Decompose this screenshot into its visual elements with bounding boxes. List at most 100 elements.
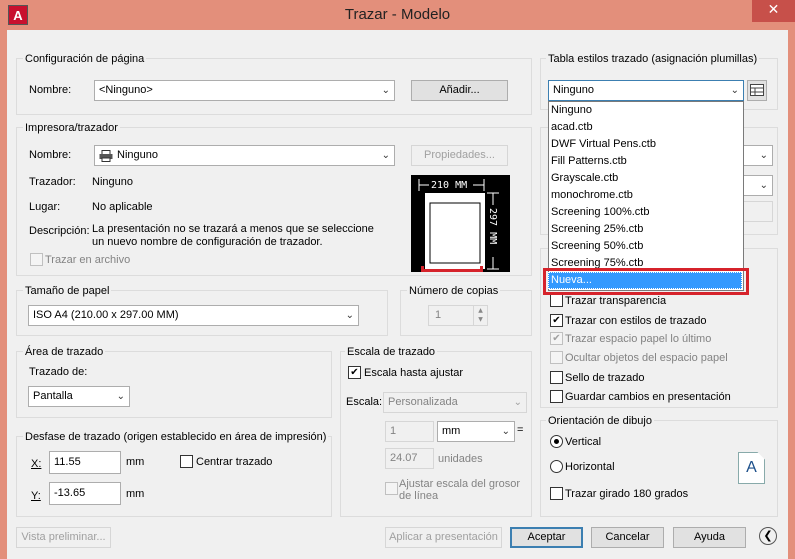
portrait-label: Vertical [565, 436, 602, 448]
chevron-down-icon: ⌄ [759, 150, 768, 161]
style-table-option[interactable]: Screening 25%.ctb [549, 221, 743, 238]
description-line-1: La presentación no se trazará a menos qu… [92, 223, 374, 235]
close-button[interactable]: ✕ [752, 0, 795, 22]
hide-paperspace-objects-checkbox[interactable] [550, 351, 563, 364]
plot-stamp-checkbox[interactable] [550, 371, 563, 384]
plot-stamp-label: Sello de trazado [565, 372, 645, 384]
save-changes-checkbox[interactable] [550, 390, 563, 403]
plot-area-label: Área de trazado [23, 345, 106, 359]
paper-size-select[interactable]: ISO A4 (210.00 x 297.00 MM) ⌄ [28, 305, 359, 326]
edit-style-table-button[interactable] [747, 80, 767, 101]
scale-select[interactable]: Personalizada ⌄ [383, 392, 527, 413]
scale-lineweights-line-2: de línea [399, 490, 439, 502]
scale-units-select[interactable]: mm ⌄ [437, 421, 515, 442]
chevron-down-icon: ⌄ [730, 85, 739, 96]
scale-denominator-input[interactable]: 24.07 [385, 448, 434, 469]
chevron-down-icon: ⌄ [513, 397, 522, 408]
description-label: Descripción: [29, 225, 90, 237]
plot-paperspace-last-checkbox[interactable]: ✔ [550, 332, 563, 345]
style-table-label: Tabla estilos trazado (asignación plumil… [546, 52, 760, 66]
scale-denominator-unit: unidades [438, 453, 483, 465]
style-table-option[interactable]: acad.ctb [549, 119, 743, 136]
scale-numerator-input[interactable]: 1 [385, 421, 434, 442]
copies-label: Número de copias [407, 284, 501, 298]
paper-size-label: Tamaño de papel [23, 284, 112, 298]
offset-y-label: Y: [31, 490, 41, 502]
printer-name-select[interactable]: Ninguno ⌄ [94, 145, 395, 166]
style-table-select[interactable]: Ninguno ⌄ [548, 80, 744, 101]
scale-lineweights-checkbox[interactable] [385, 482, 398, 495]
page-setup-name-select[interactable]: <Ninguno> ⌄ [94, 80, 395, 101]
spinner-arrows-icon[interactable]: ▲ ▼ [473, 306, 487, 325]
plotter-value: Ninguno [92, 176, 133, 188]
page-setup-label: Configuración de página [23, 52, 147, 66]
add-page-setup-button[interactable]: Añadir... [411, 80, 508, 101]
chevron-down-icon: ⌄ [381, 85, 390, 96]
location-label: Lugar: [29, 201, 61, 213]
chevron-down-icon: ⌄ [501, 426, 510, 437]
window-title: Trazar - Modelo [344, 6, 451, 23]
offset-x-input[interactable]: 11.55 [49, 451, 121, 474]
style-table-option[interactable]: Screening 100%.ctb [549, 204, 743, 221]
cancel-button[interactable]: Cancelar [591, 527, 664, 548]
offset-x-label: X: [31, 458, 42, 470]
upside-down-label: Trazar girado 180 grados [565, 488, 689, 500]
collapse-options-icon[interactable]: ❮ [759, 527, 777, 545]
help-button[interactable]: Ayuda [673, 527, 746, 548]
fit-to-paper-checkbox[interactable]: ✔ [348, 366, 361, 379]
printer-label: Impresora/trazador [23, 121, 120, 135]
landscape-label: Horizontal [565, 461, 615, 473]
paper-orientation-icon: A [738, 452, 765, 484]
plot-transparency-checkbox[interactable] [550, 294, 563, 307]
plot-with-styles-label: Trazar con estilos de trazado [565, 315, 707, 327]
save-changes-label: Guardar cambios en presentación [565, 391, 731, 403]
style-table-dropdown: Ninguno acad.ctb DWF Virtual Pens.ctb Fill … [548, 101, 744, 291]
orientation-label: Orientación de dibujo [546, 414, 654, 428]
printer-properties-button[interactable]: Propiedades... [411, 145, 508, 166]
plot-what-select[interactable]: Pantalla ⌄ [28, 386, 130, 407]
offset-y-unit: mm [126, 488, 145, 500]
copies-spinner[interactable]: 1 ▲ ▼ [428, 305, 488, 326]
style-table-option[interactable]: Fill Patterns.ctb [549, 153, 743, 170]
plotter-label: Trazador: [29, 176, 76, 188]
description-line-2: un nuevo nombre de configuración de traz… [92, 236, 323, 248]
window-frame-left [0, 30, 7, 559]
preview-highlight [421, 266, 483, 272]
style-table-option[interactable]: Ninguno [549, 102, 743, 119]
apply-to-layout-button[interactable]: Aplicar a presentación [385, 527, 502, 548]
autocad-app-icon[interactable]: A [8, 5, 28, 25]
style-table-option[interactable]: monochrome.ctb [549, 187, 743, 204]
plot-offset-label: Desfase de trazado (origen establecido e… [23, 430, 329, 444]
plot-paperspace-last-label: Trazar espacio papel lo último [565, 333, 712, 345]
page-setup-name-label: Nombre: [29, 84, 72, 96]
new-option-highlight [543, 268, 749, 295]
chevron-down-icon: ⌄ [381, 150, 390, 161]
printer-icon [99, 150, 113, 165]
chevron-down-icon: ⌄ [759, 180, 768, 191]
landscape-radio[interactable] [550, 460, 563, 473]
chevron-down-icon: ⌄ [345, 310, 354, 321]
plot-with-styles-checkbox[interactable]: ✔ [550, 314, 563, 327]
plot-what-label: Trazado de: [29, 366, 88, 378]
style-table-option[interactable]: Grayscale.ctb [549, 170, 743, 187]
style-table-option[interactable]: Screening 50%.ctb [549, 238, 743, 255]
location-value: No aplicable [92, 201, 153, 213]
chevron-down-icon: ⌄ [116, 391, 125, 402]
preview-height-label: 297 MM [487, 208, 498, 245]
svg-text:A: A [13, 8, 23, 23]
scale-equals: = [517, 424, 524, 436]
portrait-radio[interactable] [550, 435, 563, 448]
plot-scale-label: Escala de trazado [345, 345, 438, 359]
ok-button[interactable]: Aceptar [510, 527, 583, 548]
plot-to-file-label: Trazar en archivo [45, 254, 131, 266]
preview-button[interactable]: Vista preliminar... [16, 527, 111, 548]
preview-width-label: 210 MM [431, 180, 468, 191]
scale-label: Escala: [346, 396, 383, 408]
offset-x-unit: mm [126, 456, 145, 468]
upside-down-checkbox[interactable] [550, 487, 563, 500]
hide-paperspace-objects-label: Ocultar objetos del espacio papel [565, 352, 728, 364]
offset-y-input[interactable]: -13.65 [49, 482, 121, 505]
plot-to-file-checkbox[interactable] [30, 253, 43, 266]
center-plot-checkbox[interactable] [180, 455, 193, 468]
style-table-option[interactable]: DWF Virtual Pens.ctb [549, 136, 743, 153]
